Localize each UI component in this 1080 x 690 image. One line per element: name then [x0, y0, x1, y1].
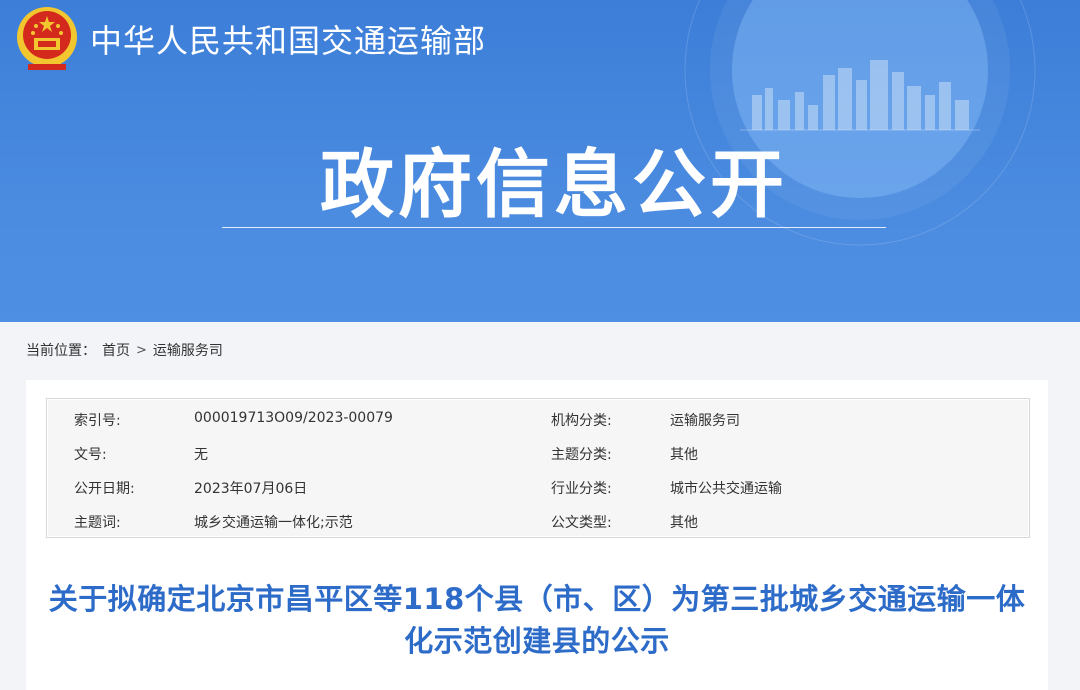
breadcrumb: 当前位置： 首页 > 运输服务司 — [26, 338, 223, 362]
metadata-row: 文号: 无 主题分类: 其他 — [47, 435, 1029, 469]
site-name: 中华人民共和国交通运输部 — [90, 22, 487, 60]
metadata-value: 其他 — [670, 515, 698, 531]
document-title-line-2: 化示范创建县的公示 — [404, 624, 670, 658]
metadata-row: 公开日期: 2023年07月06日 行业分类: 城市公共交通运输 — [47, 469, 1029, 503]
metadata-value: 无 — [194, 447, 208, 463]
metadata-label: 公文类型: — [551, 515, 612, 531]
metadata-value: 运输服务司 — [670, 413, 740, 429]
breadcrumb-separator: > — [136, 342, 147, 358]
banner-title: 政府信息公开 — [320, 142, 788, 228]
metadata-label: 索引号: — [74, 413, 121, 429]
breadcrumb-prefix: 当前位置： — [26, 343, 96, 359]
metadata-row: 主题词: 城乡交通运输一体化;示范 公文类型: 其他 — [47, 503, 1029, 537]
metadata-value: 2023年07月06日 — [194, 481, 308, 497]
metadata-value: 城乡交通运输一体化;示范 — [194, 515, 353, 531]
metadata-label: 行业分类: — [551, 481, 612, 497]
document-metadata-table: 索引号: 000019713O09/2023-00079 机构分类: 运输服务司… — [46, 398, 1030, 538]
breadcrumb-current-link[interactable]: 运输服务司 — [153, 340, 223, 360]
metadata-value: 城市公共交通运输 — [670, 481, 782, 497]
breadcrumb-home-link[interactable]: 首页 — [102, 340, 130, 360]
banner-divider — [222, 227, 886, 228]
metadata-label: 机构分类: — [551, 413, 612, 429]
document-title: 关于拟确定北京市昌平区等118个县（市、区）为第三批城乡交通运输一体 化示范创建… — [26, 578, 1048, 662]
metadata-value: 其他 — [670, 447, 698, 463]
metadata-label: 主题词: — [74, 515, 121, 531]
metadata-label: 主题分类: — [551, 447, 612, 463]
content-panel: 索引号: 000019713O09/2023-00079 机构分类: 运输服务司… — [26, 380, 1048, 690]
metadata-label: 文号: — [74, 447, 107, 463]
document-title-line-1: 关于拟确定北京市昌平区等118个县（市、区）为第三批城乡交通运输一体 — [48, 582, 1026, 616]
header-banner: 中华人民共和国交通运输部 政府信息公开 — [0, 0, 1080, 322]
national-emblem-icon — [17, 7, 77, 70]
metadata-row: 索引号: 000019713O09/2023-00079 机构分类: 运输服务司 — [47, 401, 1029, 435]
metadata-label: 公开日期: — [74, 481, 135, 497]
site-logo[interactable]: 中华人民共和国交通运输部 — [14, 4, 486, 74]
metadata-value: 000019713O09/2023-00079 — [194, 410, 393, 426]
